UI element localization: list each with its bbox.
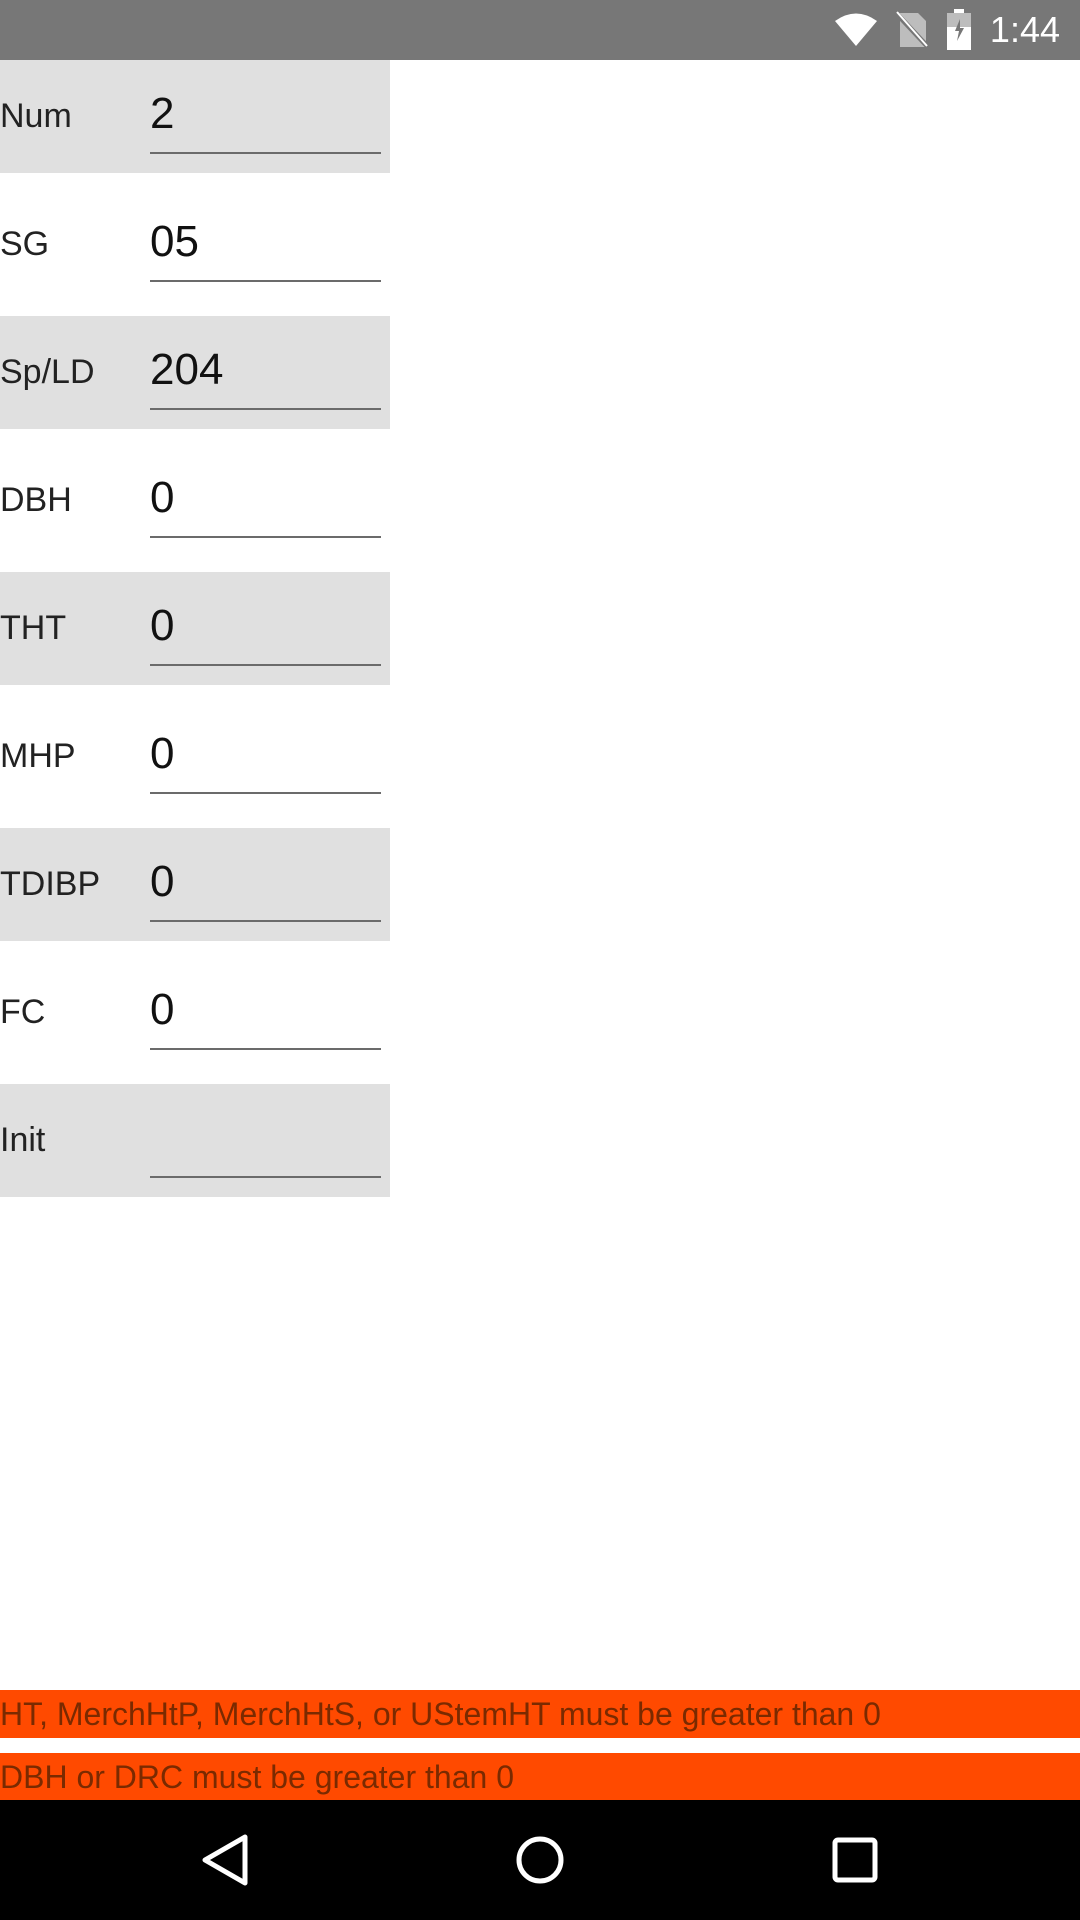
row-tdibp: TDIBP 0 (0, 828, 390, 941)
num-input[interactable]: 2 (150, 74, 381, 154)
num-label: Num (0, 97, 72, 135)
sp-ld-input[interactable]: 204 (150, 330, 381, 410)
sg-input[interactable]: 05 (150, 202, 381, 282)
row-tht: THT 0 (0, 572, 390, 685)
error-message-height: HT, MerchHtP, MerchHtS, or UStemHT must … (0, 1690, 1080, 1738)
battery-icon (946, 9, 972, 51)
row-init: Init (0, 1084, 390, 1197)
mhp-label: MHP (0, 737, 76, 775)
sp-ld-label: Sp/LD (0, 353, 95, 391)
back-icon[interactable] (195, 1830, 255, 1890)
row-num: Num 2 (0, 60, 390, 173)
navigation-bar (0, 1800, 1080, 1920)
mhp-input[interactable]: 0 (150, 714, 381, 794)
home-icon[interactable] (510, 1830, 570, 1890)
init-input[interactable] (150, 1098, 381, 1178)
row-sp-ld: Sp/LD 204 (0, 316, 390, 429)
error-message-dbh: DBH or DRC must be greater than 0 (0, 1753, 1080, 1801)
tht-label: THT (0, 609, 67, 647)
fc-label: FC (0, 993, 46, 1031)
init-label: Init (0, 1121, 46, 1159)
status-bar: 1:44 (0, 0, 1080, 60)
tht-input[interactable]: 0 (150, 586, 381, 666)
no-sim-icon (895, 11, 928, 49)
dbh-label: DBH (0, 481, 72, 519)
fc-input[interactable]: 0 (150, 970, 381, 1050)
recents-icon[interactable] (825, 1830, 885, 1890)
row-sg: SG 05 (0, 188, 390, 301)
status-time: 1:44 (989, 9, 1060, 50)
row-mhp: MHP 0 (0, 700, 390, 813)
tdibp-input[interactable]: 0 (150, 842, 381, 922)
tdibp-label: TDIBP (0, 865, 101, 903)
wifi-icon (834, 12, 878, 48)
sg-label: SG (0, 225, 50, 263)
row-fc: FC 0 (0, 956, 390, 1069)
row-dbh: DBH 0 (0, 444, 390, 557)
dbh-input[interactable]: 0 (150, 458, 381, 538)
